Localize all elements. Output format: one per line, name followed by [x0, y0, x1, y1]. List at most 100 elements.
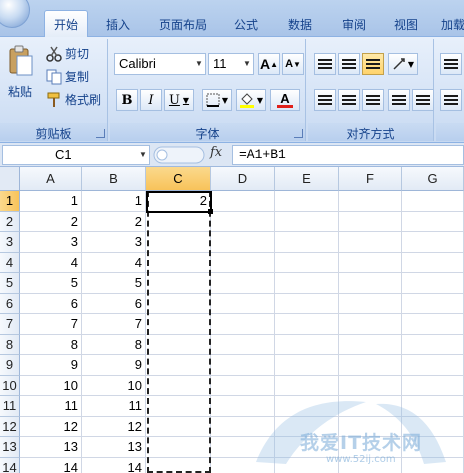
cell-c13[interactable]	[146, 437, 211, 458]
decrease-indent-button[interactable]	[388, 89, 410, 111]
cell-c2[interactable]	[146, 211, 211, 232]
align-right-button[interactable]	[362, 89, 384, 111]
borders-button[interactable]: ▼	[202, 89, 232, 111]
cell-d11[interactable]	[211, 396, 275, 417]
cell-c12[interactable]	[146, 416, 211, 437]
cell-d4[interactable]	[211, 252, 275, 273]
tab-data[interactable]: 数据	[280, 13, 320, 37]
increase-indent-button[interactable]	[412, 89, 434, 111]
cell-c1[interactable]: 2	[146, 191, 211, 212]
cell-e8[interactable]	[275, 334, 339, 355]
cell-f1[interactable]	[339, 191, 402, 212]
bold-button[interactable]: B	[116, 89, 138, 111]
cell-g1[interactable]	[402, 191, 464, 212]
column-header-e[interactable]: E	[275, 167, 339, 191]
cell-a8[interactable]: 8	[20, 334, 82, 355]
cell-g6[interactable]	[402, 293, 464, 314]
align-middle-button[interactable]	[338, 53, 360, 75]
tab-addins[interactable]: 加载	[438, 13, 464, 37]
row-header[interactable]: 2	[0, 211, 20, 232]
cell-c9[interactable]	[146, 355, 211, 376]
cell-b12[interactable]: 12	[82, 416, 146, 437]
cell-e1[interactable]	[275, 191, 339, 212]
cell-f4[interactable]	[339, 252, 402, 273]
font-color-button[interactable]: A	[270, 89, 300, 111]
cell-d2[interactable]	[211, 211, 275, 232]
cell-c6[interactable]	[146, 293, 211, 314]
cell-b11[interactable]: 11	[82, 396, 146, 417]
cell-d1[interactable]	[211, 191, 275, 212]
cell-f3[interactable]	[339, 232, 402, 253]
select-all-corner[interactable]	[0, 167, 20, 191]
fill-handle[interactable]	[208, 209, 213, 214]
align-bottom-button[interactable]	[362, 53, 384, 75]
cell-g5[interactable]	[402, 273, 464, 294]
cell-f8[interactable]	[339, 334, 402, 355]
cut-button[interactable]: 剪切	[46, 45, 89, 62]
fill-color-dropdown-icon[interactable]: ▼	[257, 96, 263, 105]
cell-d3[interactable]	[211, 232, 275, 253]
font-size-dropdown-icon[interactable]: ▼	[241, 54, 253, 74]
font-name-dropdown-icon[interactable]: ▼	[193, 54, 205, 74]
cell-e4[interactable]	[275, 252, 339, 273]
cell-a6[interactable]: 6	[20, 293, 82, 314]
font-size-box[interactable]: 11 ▼	[208, 53, 254, 75]
cell-a2[interactable]: 2	[20, 211, 82, 232]
cell-e11[interactable]	[275, 396, 339, 417]
cell-a7[interactable]: 7	[20, 314, 82, 335]
cell-f9[interactable]	[339, 355, 402, 376]
cell-c11[interactable]	[146, 396, 211, 417]
tab-formulas[interactable]: 公式	[226, 13, 266, 37]
row-header[interactable]: 1	[0, 191, 20, 212]
align-left-button[interactable]	[314, 89, 336, 111]
row-header[interactable]: 11	[0, 396, 20, 417]
cell-a12[interactable]: 12	[20, 416, 82, 437]
tab-insert[interactable]: 插入	[98, 13, 138, 37]
row-header[interactable]: 4	[0, 252, 20, 273]
paste-button[interactable]: 粘贴	[4, 45, 36, 109]
tab-home[interactable]: 开始	[44, 10, 88, 38]
font-launcher-icon[interactable]	[294, 129, 303, 138]
row-header[interactable]: 6	[0, 293, 20, 314]
cell-b3[interactable]: 3	[82, 232, 146, 253]
cell-c3[interactable]	[146, 232, 211, 253]
underline-button[interactable]: U ▼	[164, 89, 194, 111]
cell-b9[interactable]: 9	[82, 355, 146, 376]
column-header-d[interactable]: D	[211, 167, 275, 191]
copy-button[interactable]: 复制	[46, 68, 89, 85]
cell-d7[interactable]	[211, 314, 275, 335]
cell-a3[interactable]: 3	[20, 232, 82, 253]
cell-a13[interactable]: 13	[20, 437, 82, 458]
cell-d8[interactable]	[211, 334, 275, 355]
office-button[interactable]	[0, 0, 30, 28]
cell-e5[interactable]	[275, 273, 339, 294]
cell-e7[interactable]	[275, 314, 339, 335]
row-header[interactable]: 5	[0, 273, 20, 294]
cell-g2[interactable]	[402, 211, 464, 232]
cell-b2[interactable]: 2	[82, 211, 146, 232]
row-header[interactable]: 14	[0, 457, 20, 473]
cell-a14[interactable]: 14	[20, 457, 82, 473]
cell-a9[interactable]: 9	[20, 355, 82, 376]
column-header-a[interactable]: A	[20, 167, 82, 191]
cell-f11[interactable]	[339, 396, 402, 417]
cell-d14[interactable]	[211, 457, 275, 473]
tab-review[interactable]: 审阅	[334, 13, 374, 37]
grow-font-button[interactable]: A ▲	[258, 53, 280, 75]
align-top-button[interactable]	[314, 53, 336, 75]
cell-d12[interactable]	[211, 416, 275, 437]
underline-dropdown-icon[interactable]: ▼	[183, 96, 189, 105]
cell-f10[interactable]	[339, 375, 402, 396]
cell-e10[interactable]	[275, 375, 339, 396]
cell-b1[interactable]: 1	[82, 191, 146, 212]
cell-e6[interactable]	[275, 293, 339, 314]
row-header[interactable]: 8	[0, 334, 20, 355]
cell-e3[interactable]	[275, 232, 339, 253]
cell-b5[interactable]: 5	[82, 273, 146, 294]
cell-c10[interactable]	[146, 375, 211, 396]
cell-b6[interactable]: 6	[82, 293, 146, 314]
cell-b7[interactable]: 7	[82, 314, 146, 335]
merge-cells-button[interactable]	[440, 89, 462, 111]
cell-d5[interactable]	[211, 273, 275, 294]
shrink-font-button[interactable]: A ▼	[282, 53, 304, 75]
